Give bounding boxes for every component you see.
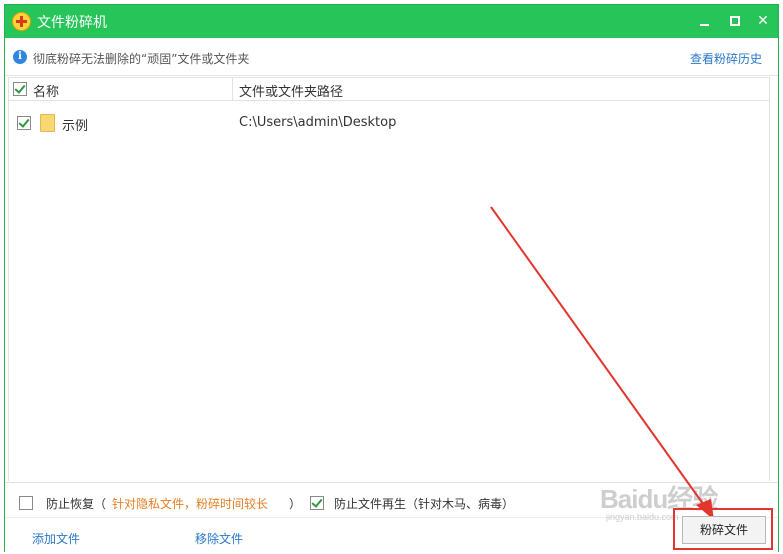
prevent-recovery-close-paren: ） [289, 497, 302, 511]
row-checkbox[interactable] [17, 116, 31, 130]
app-logo-icon [12, 12, 31, 31]
close-button[interactable]: ✕ [753, 11, 773, 31]
prevent-regeneration-label[interactable]: 防止文件再生（针对木马、病毒） [334, 495, 514, 512]
shred-file-button[interactable]: 粉碎文件 [682, 516, 766, 544]
close-icon: ✕ [757, 13, 769, 29]
column-divider[interactable] [232, 78, 233, 100]
info-text: 彻底粉碎无法删除的“顽固”文件或文件夹 [33, 52, 250, 66]
prevent-regeneration-checkbox[interactable] [310, 496, 324, 510]
file-shredder-window: 文件粉碎机 ✕ i 彻底粉碎无法删除的“顽固”文件或文件夹 查看粉碎历史 名称 … [4, 4, 779, 552]
prevent-recovery-label[interactable]: 防止恢复（ [46, 495, 106, 512]
select-all-checkbox[interactable] [13, 82, 27, 96]
row-file-path: C:\Users\admin\Desktop [239, 115, 397, 130]
add-file-link[interactable]: 添加文件 [32, 530, 80, 547]
folder-icon [40, 114, 55, 132]
window-title: 文件粉碎机 [37, 15, 107, 31]
title-bar[interactable]: 文件粉碎机 ✕ [5, 5, 778, 38]
table-row[interactable]: 示例 C:\Users\admin\Desktop [9, 109, 769, 137]
maximize-button[interactable] [725, 11, 745, 31]
remove-file-link[interactable]: 移除文件 [195, 530, 243, 547]
info-bar: i 彻底粉碎无法删除的“顽固”文件或文件夹 查看粉碎历史 [5, 38, 778, 76]
row-file-name: 示例 [62, 119, 89, 134]
minimize-icon [700, 24, 709, 26]
file-table-header: 名称 文件或文件夹路径 [8, 77, 770, 101]
column-header-path[interactable]: 文件或文件夹路径 [239, 81, 343, 100]
view-shred-history-link[interactable]: 查看粉碎历史 [690, 50, 762, 67]
prevent-recovery-checkbox[interactable] [19, 496, 33, 510]
maximize-icon [730, 16, 740, 26]
file-list[interactable]: 示例 C:\Users\admin\Desktop [8, 101, 770, 481]
prevent-recovery-hint: 针对隐私文件，粉碎时间较长 [112, 497, 269, 511]
info-icon: i [13, 50, 27, 64]
minimize-button[interactable] [695, 11, 715, 31]
column-header-name[interactable]: 名称 [33, 81, 59, 100]
